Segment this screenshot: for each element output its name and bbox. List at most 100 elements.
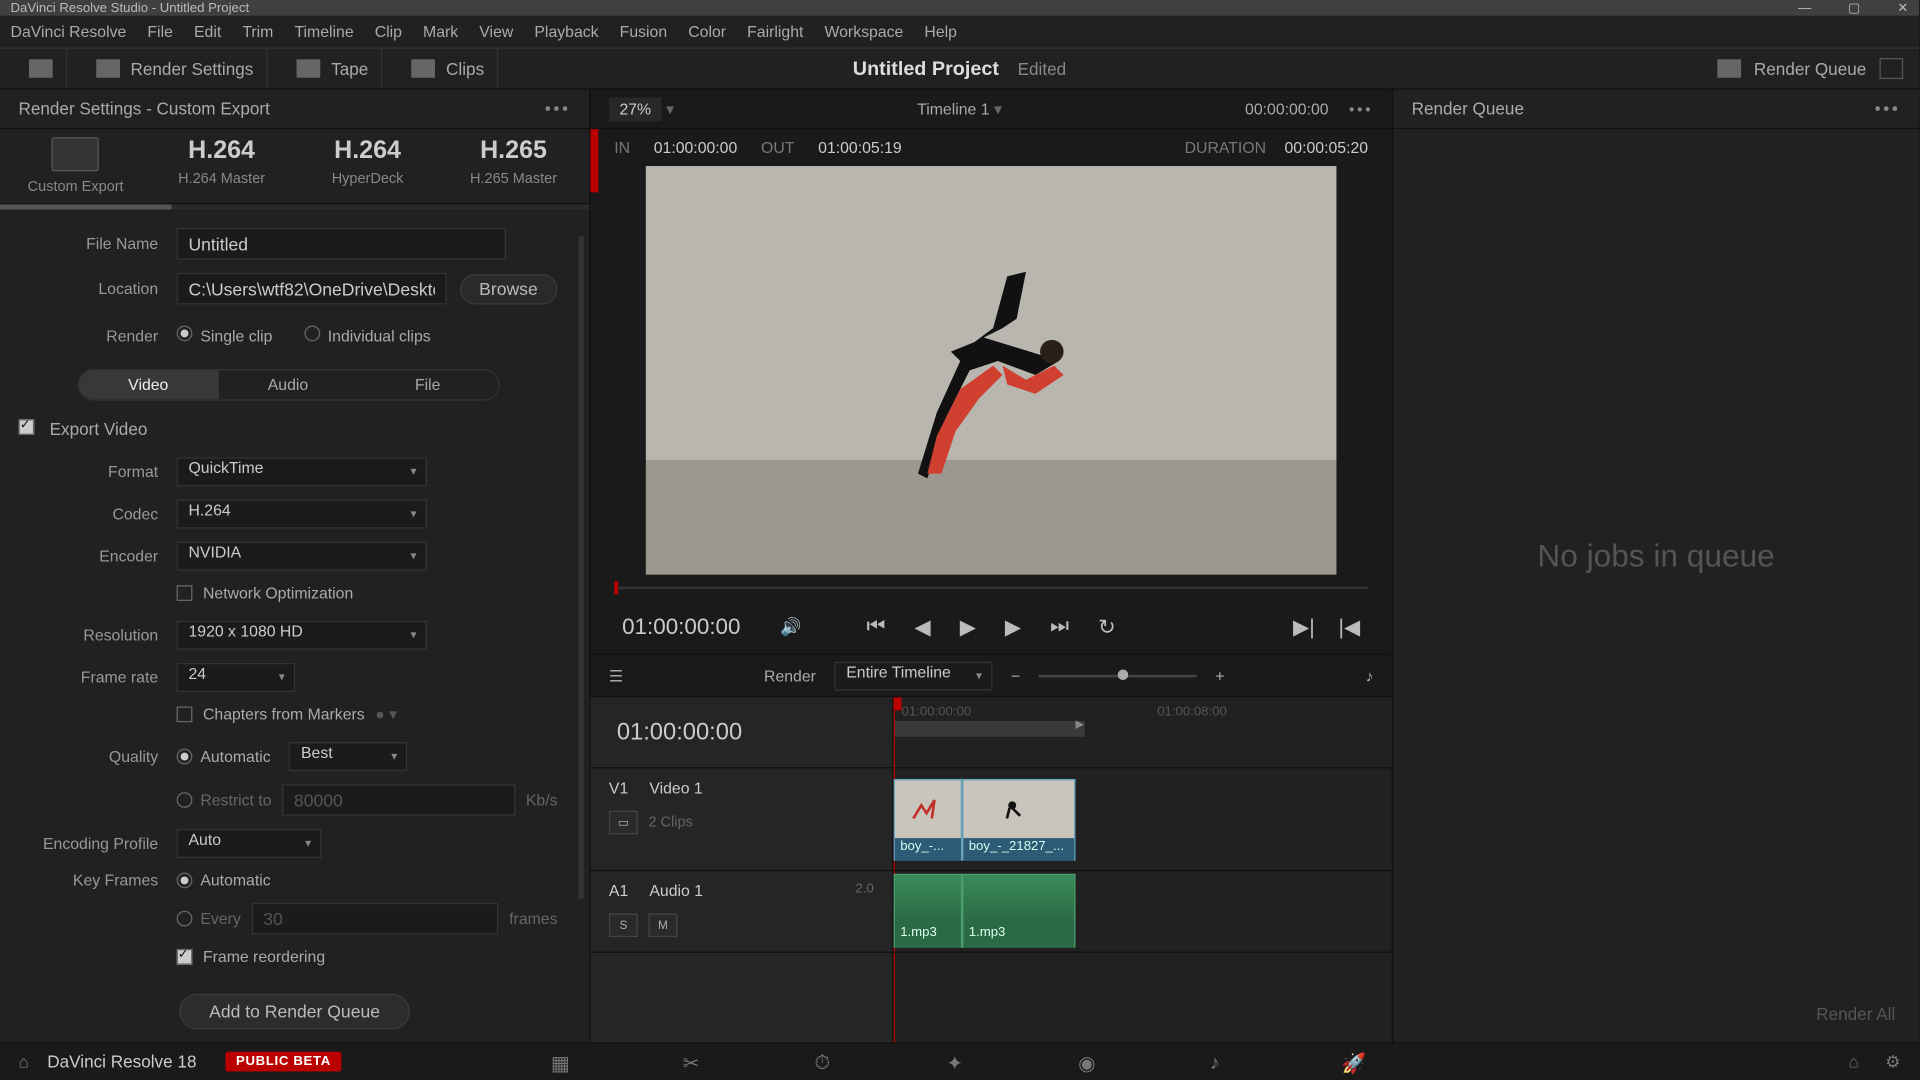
video-track-1[interactable]: boy_-... boy_-_21827_... — [894, 768, 1392, 871]
frame-reorder-checkbox[interactable] — [177, 949, 193, 965]
zoom-out-button[interactable]: − — [1011, 666, 1020, 684]
menu-edit[interactable]: Edit — [194, 22, 221, 40]
network-opt-checkbox[interactable] — [177, 585, 193, 601]
scrub-playhead[interactable] — [614, 581, 618, 594]
tape-icon[interactable] — [297, 59, 321, 77]
preset-h265-master[interactable]: H.265 H.265 Master — [441, 137, 587, 195]
menu-view[interactable]: View — [479, 22, 513, 40]
menu-color[interactable]: Color — [688, 22, 726, 40]
format-select[interactable]: QuickTime — [177, 457, 427, 486]
render-all-button[interactable]: Render All — [1816, 1004, 1895, 1024]
settings-icon[interactable]: ⚙ — [1885, 1051, 1900, 1072]
location-input[interactable] — [177, 273, 447, 305]
maximize-button[interactable]: ▢ — [1848, 1, 1860, 15]
video-clip-1[interactable]: boy_-... — [894, 779, 963, 861]
video-clip-2[interactable]: boy_-_21827_... — [962, 779, 1075, 861]
viewer-menu-button[interactable]: ••• — [1349, 100, 1374, 118]
timeline-view-icon[interactable]: ☰ — [609, 666, 623, 684]
preset-hyperdeck[interactable]: H.264 HyperDeck — [295, 137, 441, 195]
settings-scrollbar[interactable] — [579, 236, 584, 899]
edit-page-icon[interactable]: ⏱ — [815, 1051, 841, 1072]
keyframes-every-radio[interactable] — [177, 911, 193, 927]
quality-auto-radio[interactable] — [177, 749, 193, 765]
tab-file[interactable]: File — [358, 370, 498, 399]
track-head-v1[interactable]: V1Video 1 ▭2 Clips — [590, 768, 892, 871]
chapters-checkbox[interactable] — [177, 706, 193, 722]
monitor-icon[interactable] — [29, 59, 53, 77]
in-out-range[interactable] — [894, 721, 1085, 737]
preset-custom[interactable]: Custom Export — [3, 137, 149, 195]
color-page-icon[interactable]: ◉ — [1078, 1051, 1104, 1072]
menu-davinci[interactable]: DaVinci Resolve — [11, 22, 127, 40]
menu-help[interactable]: Help — [924, 22, 957, 40]
menu-clip[interactable]: Clip — [375, 22, 402, 40]
clips-icon[interactable] — [412, 59, 436, 77]
cut-page-icon[interactable]: ✂ — [683, 1051, 709, 1072]
fairlight-page-icon[interactable]: ♪ — [1210, 1051, 1236, 1072]
menu-mark[interactable]: Mark — [423, 22, 458, 40]
solo-button[interactable]: S — [609, 913, 638, 937]
audio-clip-1[interactable]: 1.mp3 — [894, 874, 963, 948]
tab-audio[interactable]: Audio — [218, 370, 358, 399]
menu-playback[interactable]: Playback — [534, 22, 598, 40]
timeline-ruler[interactable]: ▸ 01:00:00:00 01:00:08:00 01:00:16:00 01… — [894, 697, 1392, 768]
zoom-slider[interactable] — [1039, 674, 1197, 677]
zoom-level[interactable]: 27% — [609, 97, 662, 121]
framerate-select[interactable]: 24 — [177, 663, 296, 692]
menu-timeline[interactable]: Timeline — [294, 22, 353, 40]
expand-button[interactable] — [1879, 58, 1903, 79]
menu-workspace[interactable]: Workspace — [824, 22, 903, 40]
close-button[interactable]: ✕ — [1897, 1, 1908, 15]
add-to-queue-button[interactable]: Add to Render Queue — [179, 994, 411, 1030]
menu-trim[interactable]: Trim — [242, 22, 273, 40]
menu-file[interactable]: File — [147, 22, 172, 40]
mute-button[interactable]: M — [648, 913, 677, 937]
zoom-in-button[interactable]: + — [1215, 666, 1224, 684]
tab-video[interactable]: Video — [78, 370, 218, 399]
minimize-button[interactable]: — — [1798, 1, 1811, 15]
first-frame-button[interactable]: ⏮ — [866, 616, 885, 640]
fusion-page-icon[interactable]: ✦ — [946, 1051, 972, 1072]
resolution-select[interactable]: 1920 x 1080 HD — [177, 621, 427, 650]
browse-button[interactable]: Browse — [459, 273, 557, 303]
last-frame-button[interactable]: ⏭ — [1050, 616, 1069, 640]
timeline-name[interactable]: Timeline 1 — [917, 100, 989, 118]
render-settings-label[interactable]: Render Settings — [130, 59, 253, 79]
track-head-a1[interactable]: A1Audio 12.0 S M — [590, 871, 892, 953]
audio-clip-2[interactable]: 1.mp3 — [962, 874, 1075, 948]
restrict-input[interactable] — [282, 784, 515, 816]
step-forward-button[interactable]: ▶ — [1005, 614, 1021, 640]
track-toggle-icon[interactable]: ▭ — [609, 811, 638, 835]
render-settings-icon[interactable] — [96, 59, 120, 77]
codec-select[interactable]: H.264 — [177, 500, 427, 529]
clips-label[interactable]: Clips — [446, 59, 484, 79]
viewer[interactable] — [590, 166, 1391, 575]
range-end-handle[interactable]: ▸ — [1075, 713, 1084, 734]
keyframes-auto-radio[interactable] — [177, 873, 193, 889]
media-page-icon[interactable]: ▦ — [551, 1051, 577, 1072]
export-video-checkbox[interactable] — [18, 419, 34, 435]
step-back-button[interactable]: ◀ — [914, 614, 930, 640]
queue-menu-button[interactable]: ••• — [1875, 99, 1901, 119]
quality-restrict-radio[interactable] — [177, 792, 193, 808]
tape-label[interactable]: Tape — [331, 59, 368, 79]
menu-fairlight[interactable]: Fairlight — [747, 22, 803, 40]
audio-meter-icon[interactable]: ♪ — [1365, 666, 1373, 684]
encoding-profile-select[interactable]: Auto — [177, 829, 322, 858]
single-clip-radio[interactable]: Single clip — [177, 326, 273, 346]
loop-button[interactable]: ↻ — [1098, 614, 1116, 640]
play-button[interactable]: ▶ — [960, 614, 976, 640]
next-clip-button[interactable]: ▶| — [1293, 614, 1315, 640]
individual-clips-radio[interactable]: Individual clips — [304, 326, 431, 346]
filename-input[interactable] — [177, 228, 507, 260]
panel-menu-button[interactable]: ••• — [545, 99, 571, 119]
scrub-bar[interactable] — [590, 575, 1391, 601]
preset-h264-master[interactable]: H.264 H.264 Master — [149, 137, 295, 195]
audio-track-1[interactable]: 1.mp3 1.mp3 — [894, 871, 1392, 953]
menu-fusion[interactable]: Fusion — [620, 22, 667, 40]
volume-icon[interactable]: 🔊 — [780, 617, 801, 638]
keyframes-every-input[interactable] — [251, 903, 498, 935]
render-queue-label[interactable]: Render Queue — [1754, 59, 1866, 79]
home-icon[interactable]: ⌂ — [1848, 1051, 1858, 1072]
encoder-select[interactable]: NVIDIA — [177, 542, 427, 571]
